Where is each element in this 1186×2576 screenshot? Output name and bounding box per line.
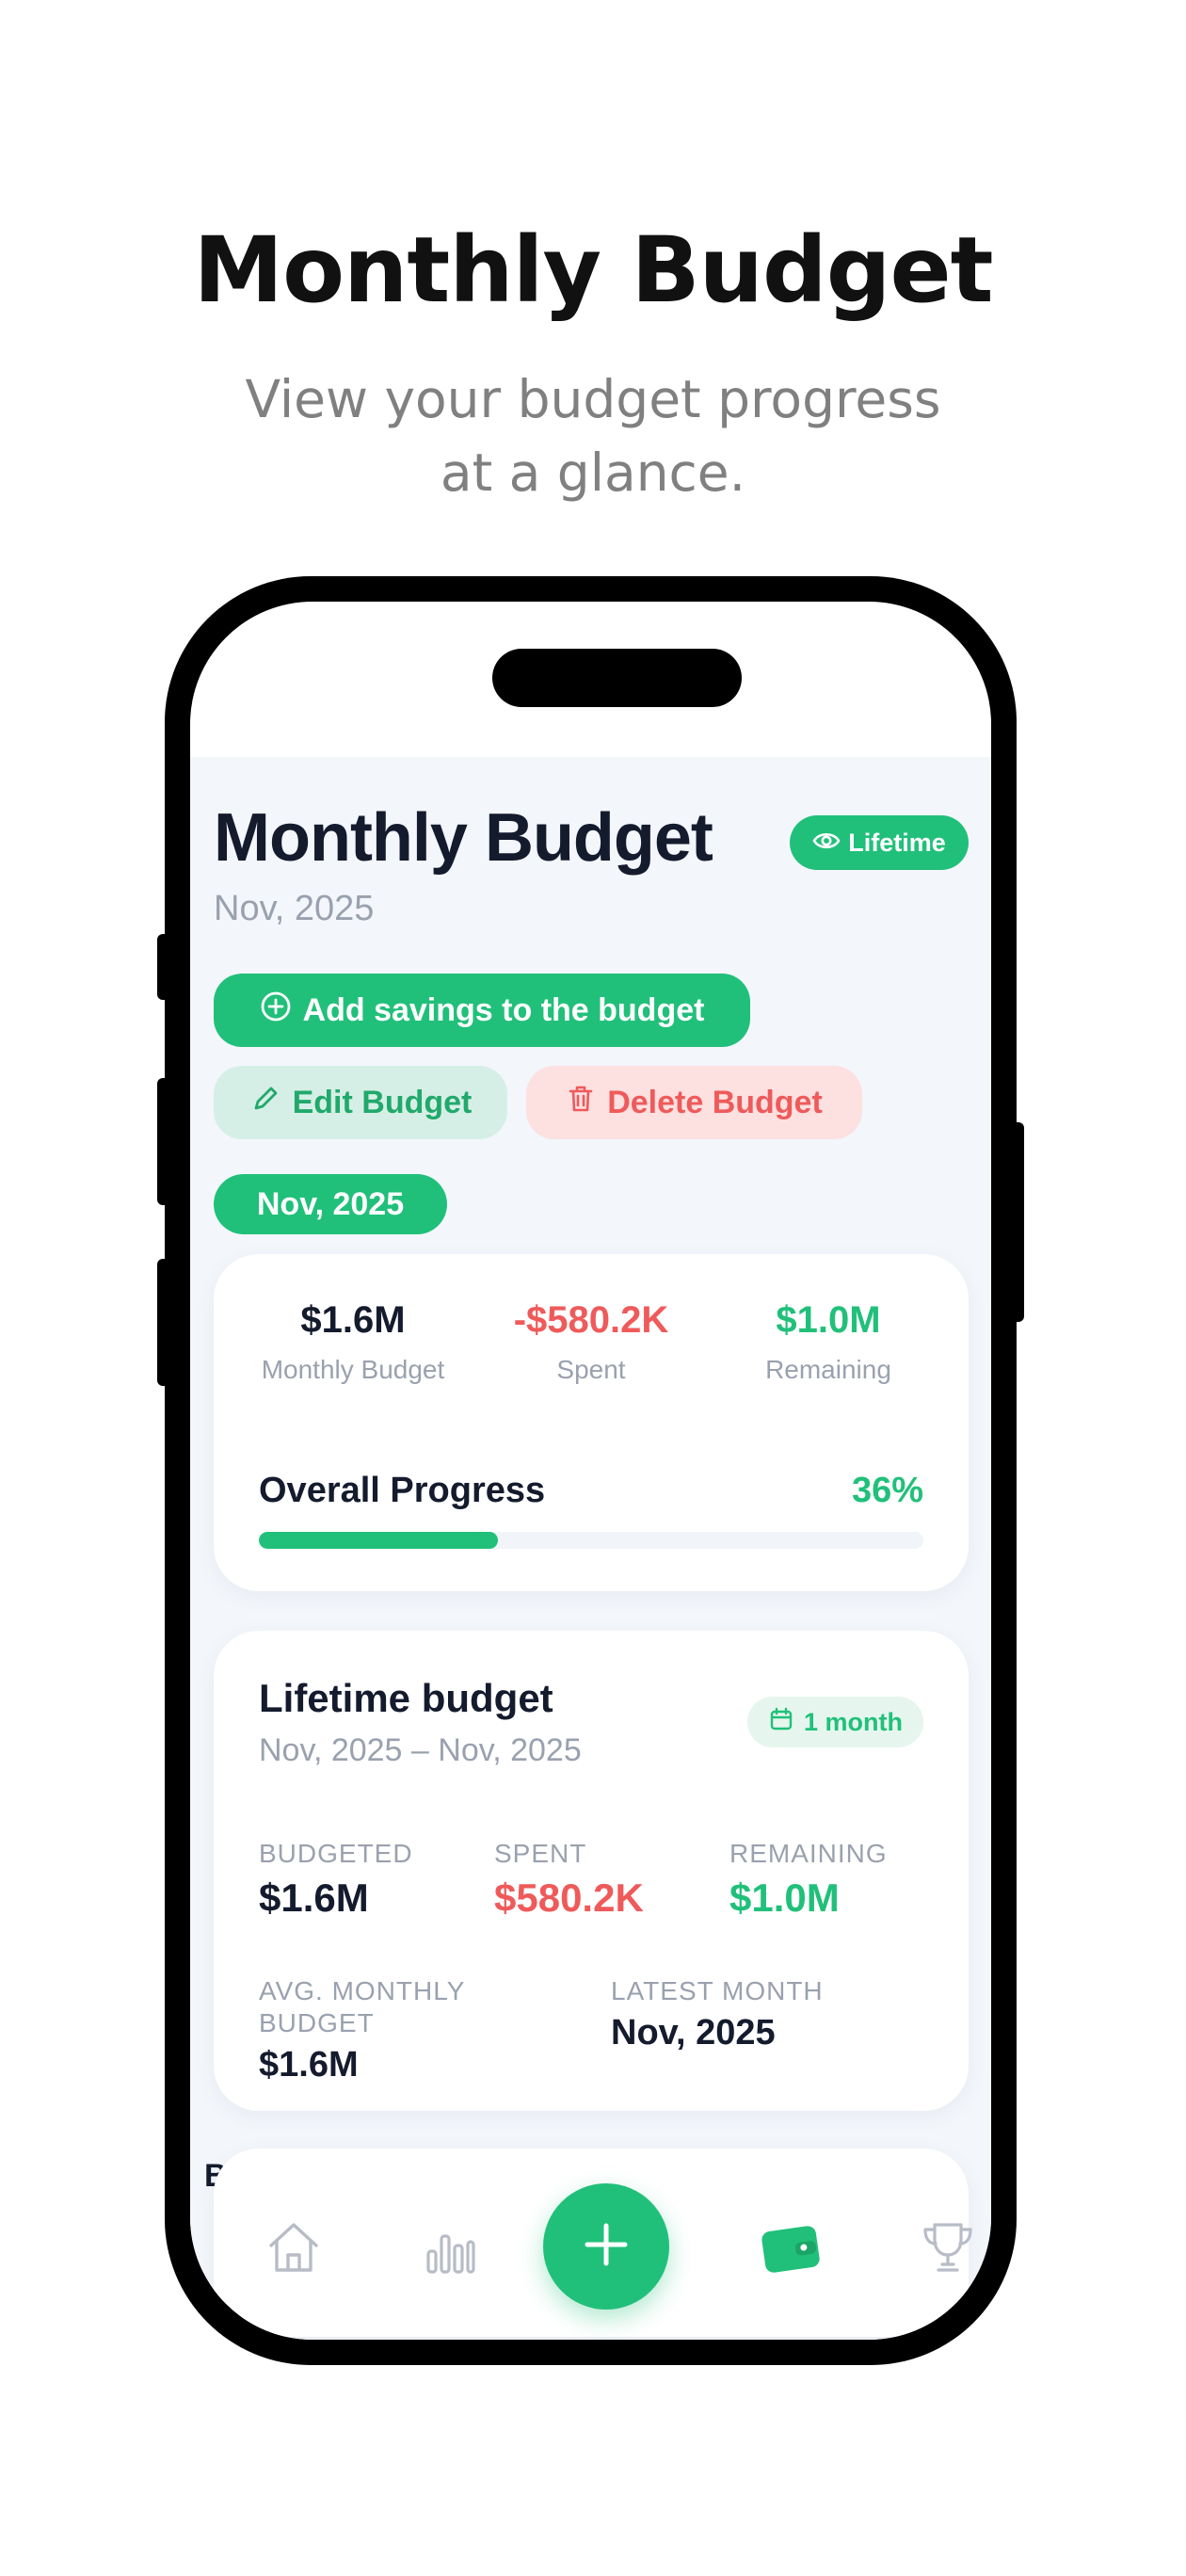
delete-budget-label: Delete Budget <box>607 1084 823 1120</box>
delete-budget-button[interactable]: Delete Budget <box>526 1066 862 1139</box>
lifetime-spent-label: SPENT <box>494 1839 587 1868</box>
monthly-budget-value: $1.6M <box>300 1299 406 1341</box>
tab-home[interactable] <box>256 2212 331 2287</box>
lifetime-range: Nov, 2025 – Nov, 2025 <box>259 1732 582 1768</box>
duration-badge: 1 month <box>747 1697 923 1747</box>
avg-monthly-value: $1.6M <box>259 2045 359 2085</box>
lifetime-remaining-label: REMAINING <box>729 1839 888 1868</box>
latest-month-stat: LATEST MONTH Nov, 2025 <box>611 1975 824 2053</box>
lifetime-label: Lifetime <box>848 828 946 857</box>
monthly-budget-label: Monthly Budget <box>261 1355 445 1384</box>
latest-month-value: Nov, 2025 <box>611 2013 776 2053</box>
lifetime-remaining-value: $1.0M <box>729 1876 840 1920</box>
spent-label: Spent <box>556 1355 626 1384</box>
trash-icon <box>566 1083 596 1123</box>
latest-month-label: LATEST MONTH <box>611 1976 824 2005</box>
lifetime-toggle[interactable]: Lifetime <box>790 815 969 870</box>
edit-budget-label: Edit Budget <box>292 1084 473 1120</box>
plus-circle-icon <box>260 990 292 1031</box>
progress-bar <box>259 1532 923 1549</box>
add-savings-label: Add savings to the budget <box>302 991 705 1028</box>
add-transaction-button[interactable] <box>543 2183 669 2310</box>
page-title: Monthly Budget <box>214 800 713 876</box>
tab-stats[interactable] <box>411 2212 487 2287</box>
budgeted-stat: BUDGETED $1.6M <box>259 1838 413 1921</box>
add-savings-button[interactable]: Add savings to the budget <box>214 974 750 1047</box>
avg-monthly-stat: AVG. MONTHLY BUDGET $1.6M <box>259 1975 504 2085</box>
spent-stat: SPENT $580.2K <box>494 1838 644 1921</box>
pencil-icon <box>249 1083 281 1123</box>
lifetime-title: Lifetime budget <box>259 1676 553 1720</box>
plus-icon <box>580 2218 633 2276</box>
header-date: Nov, 2025 <box>214 889 375 928</box>
spent-value: -$580.2K <box>513 1299 669 1341</box>
progress-fill <box>259 1532 499 1549</box>
trophy-icon <box>918 2217 978 2282</box>
progress-percent: 36% <box>851 1471 923 1510</box>
wallet-icon <box>758 2217 824 2282</box>
home-icon <box>264 2217 324 2282</box>
promo-subtitle: View your budget progress at a glance. <box>245 369 941 503</box>
budgeted-value: $1.6M <box>259 1876 369 1920</box>
eye-icon <box>812 829 841 858</box>
duration-label: 1 month <box>804 1707 903 1736</box>
dynamic-island <box>492 649 742 707</box>
avg-monthly-label: AVG. MONTHLY BUDGET <box>259 1976 465 2037</box>
stat-monthly-budget: $1.6M Monthly Budget <box>235 1299 471 1385</box>
budgeted-label: BUDGETED <box>259 1839 413 1868</box>
edit-budget-button[interactable]: Edit Budget <box>214 1066 507 1139</box>
phone-screen: Monthly Budget Lifetime Nov, 2025 Add sa… <box>190 602 991 2340</box>
budget-screen: Monthly Budget Lifetime Nov, 2025 Add sa… <box>190 757 991 2340</box>
remaining-stat: REMAINING $1.0M <box>729 1838 888 1921</box>
lifetime-card: Lifetime budget Nov, 2025 – Nov, 2025 1 … <box>214 1631 969 2111</box>
tab-goals[interactable] <box>910 2212 986 2287</box>
month-chip[interactable]: Nov, 2025 <box>214 1174 447 1234</box>
tab-budget[interactable] <box>753 2212 828 2287</box>
stat-remaining: $1.0M Remaining <box>711 1299 946 1385</box>
calendar-icon <box>768 1706 794 1739</box>
lifetime-spent-value: $580.2K <box>494 1876 644 1920</box>
chart-icon <box>419 2217 479 2282</box>
promo-title: Monthly Budget <box>193 217 994 323</box>
remaining-label: Remaining <box>765 1355 891 1384</box>
stat-spent: -$580.2K Spent <box>473 1299 709 1385</box>
summary-card: $1.6M Monthly Budget -$580.2K Spent $1.0… <box>214 1254 969 1591</box>
progress-label: Overall Progress <box>259 1471 546 1510</box>
phone-frame: Monthly Budget Lifetime Nov, 2025 Add sa… <box>165 576 1017 2365</box>
remaining-value: $1.0M <box>776 1299 881 1341</box>
